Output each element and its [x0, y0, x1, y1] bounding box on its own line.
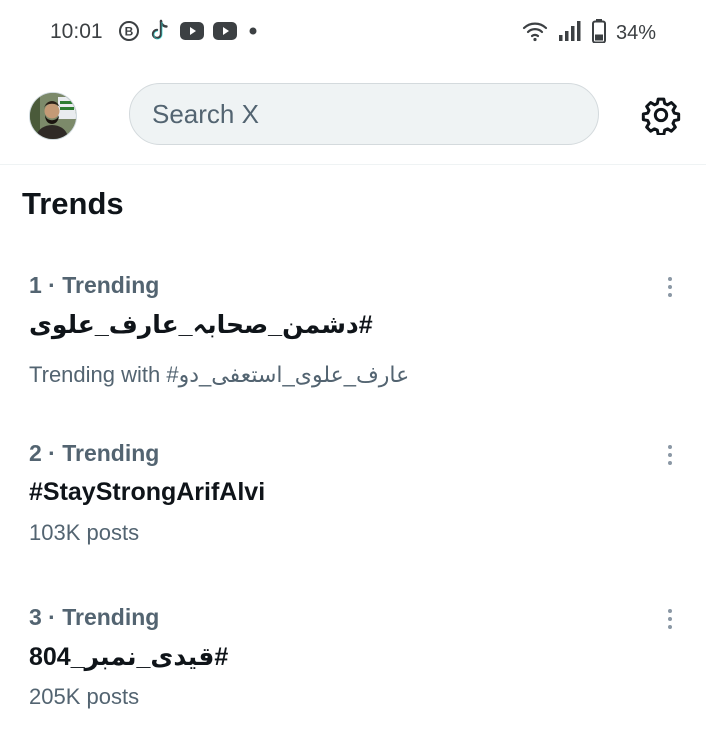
trend-item[interactable]: 2 · Trending #StayStrongArifAlvi 103K po…: [0, 440, 706, 560]
search-bar[interactable]: [129, 83, 599, 145]
trend-name: #دشمن_صحابہ_عارف_علوی: [29, 311, 373, 339]
trend-name: #قیدی_نمبر_804: [29, 643, 229, 671]
gear-icon[interactable]: [641, 95, 681, 136]
battery-icon: [591, 18, 606, 48]
search-input[interactable]: [152, 84, 572, 144]
notification-icons: B: [118, 19, 260, 48]
trend-rank: 3 · Trending: [29, 604, 160, 630]
trend-rank: 1 · Trending: [29, 272, 160, 298]
svg-text:B: B: [125, 24, 134, 38]
battery-percent: 34%: [615, 21, 656, 44]
post-count: 103K posts: [29, 520, 140, 545]
status-bar: 10:01 B 34%: [0, 0, 706, 66]
tiktok-icon: [149, 19, 171, 48]
trend-rank: 2 · Trending: [29, 440, 160, 466]
trend-subtitle: Trending with #عارف_علوی_استعفی_دو: [29, 362, 410, 387]
status-time: 10:01: [50, 20, 103, 43]
more-icon[interactable]: [658, 272, 682, 302]
trend-item[interactable]: 3 · Trending #قیدی_نمبر_804 205K posts: [0, 604, 706, 724]
avatar[interactable]: [29, 92, 77, 140]
section-title: Trends: [22, 186, 124, 221]
trend-name: #StayStrongArifAlvi: [29, 478, 266, 506]
wifi-icon: [522, 20, 548, 47]
more-icon[interactable]: [658, 440, 682, 470]
youtube-icon: [180, 21, 204, 45]
signal-icon: [558, 20, 582, 47]
trend-item[interactable]: 1 · Trending #دشمن_صحابہ_عارف_علوی Trend…: [0, 272, 706, 402]
top-bar: [0, 66, 706, 165]
dot-icon: [246, 24, 260, 43]
post-count: 205K posts: [29, 684, 140, 709]
more-icon[interactable]: [658, 604, 682, 634]
system-icons: 34%: [522, 18, 656, 48]
b-badge-icon: B: [118, 20, 140, 47]
youtube-icon: [213, 21, 237, 45]
